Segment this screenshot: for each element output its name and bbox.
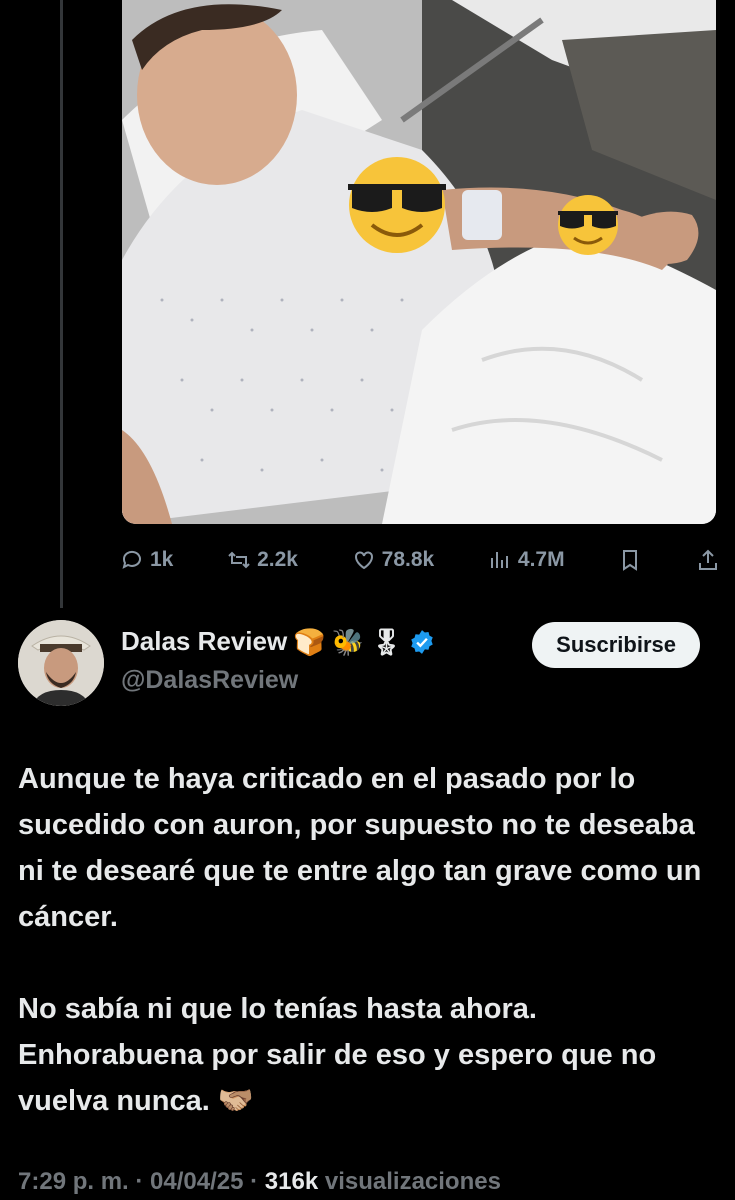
tweet-actions: 1k 2.2k 78.8k 4.7M [120, 540, 720, 580]
tweet-paragraph: No sabía ni que lo tenías hasta ahora. E… [18, 993, 657, 1117]
tweet-views-count: 316k [264, 1168, 319, 1195]
author-name-row: Dalas Review 🍞 🐝 🎖 [121, 626, 435, 657]
author-handle[interactable]: @DalasReview [121, 666, 298, 695]
tweet-time[interactable]: 7:29 p. m. [18, 1168, 129, 1195]
repost-count: 2.2k [257, 548, 298, 571]
verified-badge-icon [411, 629, 433, 654]
like-button[interactable]: 78.8k [352, 548, 435, 572]
bee-emoji: 🐝 [331, 626, 364, 657]
tweet-body: Aunque te haya criticado en el pasado po… [18, 756, 718, 1170]
reply-button[interactable]: 1k [120, 548, 173, 572]
thread-line [60, 0, 63, 608]
bread-emoji: 🍞 [293, 626, 326, 657]
subscribe-button[interactable]: Suscribirse [532, 622, 700, 668]
share-icon [699, 549, 717, 570]
views-button[interactable]: 4.7M [488, 548, 565, 572]
share-button[interactable] [696, 548, 720, 572]
repost-icon [228, 551, 250, 569]
tweet-photo[interactable] [122, 0, 716, 524]
avatar[interactable] [18, 620, 104, 706]
medal-emoji: 🎖 [369, 626, 403, 657]
reply-icon [122, 550, 141, 569]
heart-icon [354, 551, 373, 570]
like-count: 78.8k [381, 548, 435, 571]
tweet-views-label: visualizaciones [324, 1168, 501, 1195]
tweet-date[interactable]: 04/04/25 [150, 1168, 243, 1195]
repost-button[interactable]: 2.2k [227, 548, 298, 572]
author-name[interactable]: Dalas Review [121, 626, 287, 657]
author-header: Dalas Review 🍞 🐝 🎖 @DalasReview Suscribi… [18, 618, 718, 708]
reply-count: 1k [150, 548, 174, 571]
tweet-meta: 7:29 p. m. · 04/04/25 · 316k visualizaci… [18, 1168, 501, 1195]
views-chart-icon [490, 552, 508, 568]
bookmark-icon [623, 550, 638, 571]
bookmark-button[interactable] [618, 548, 642, 572]
views-count: 4.7M [517, 548, 565, 571]
sunglasses-emoji-small [558, 195, 618, 255]
tweet-paragraph: Aunque te haya criticado en el pasado po… [18, 763, 702, 933]
